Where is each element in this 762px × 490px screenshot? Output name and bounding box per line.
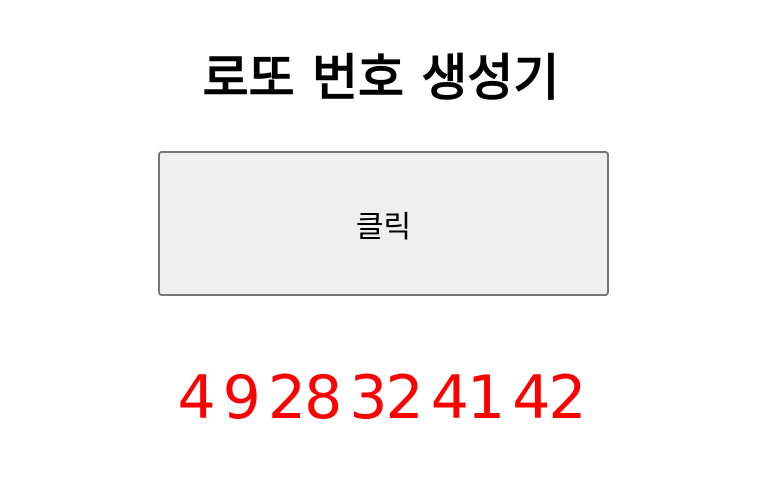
lotto-numbers: 4 9 28 32 41 42 <box>177 363 586 433</box>
lotto-app: 로또 번호 생성기 클릭 4 9 28 32 41 42 <box>0 0 762 490</box>
page-title: 로또 번호 생성기 <box>202 49 560 107</box>
generate-button[interactable]: 클릭 <box>158 151 609 296</box>
